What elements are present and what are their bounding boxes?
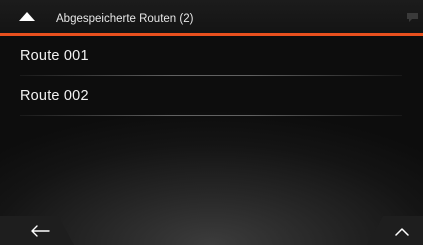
route-list: Route 001 Route 002: [0, 36, 423, 116]
scroll-up-button[interactable]: [367, 216, 423, 245]
list-item[interactable]: Route 002: [0, 76, 423, 116]
route-label: Route 001: [20, 48, 89, 64]
up-triangle-icon[interactable]: [19, 12, 35, 21]
chevron-up-icon: [395, 228, 409, 236]
route-label: Route 002: [20, 88, 89, 104]
back-arrow-icon: [31, 225, 50, 237]
back-button[interactable]: [0, 216, 74, 245]
header-bar: Abgespeicherte Routen (2): [0, 0, 423, 33]
list-divider: [20, 115, 402, 116]
page-title: Abgespeicherte Routen (2): [56, 13, 194, 25]
list-item[interactable]: Route 001: [0, 36, 423, 76]
saved-routes-screen: Abgespeicherte Routen (2) Route 001 Rout…: [0, 0, 423, 245]
chat-bubble-icon: [407, 13, 418, 22]
